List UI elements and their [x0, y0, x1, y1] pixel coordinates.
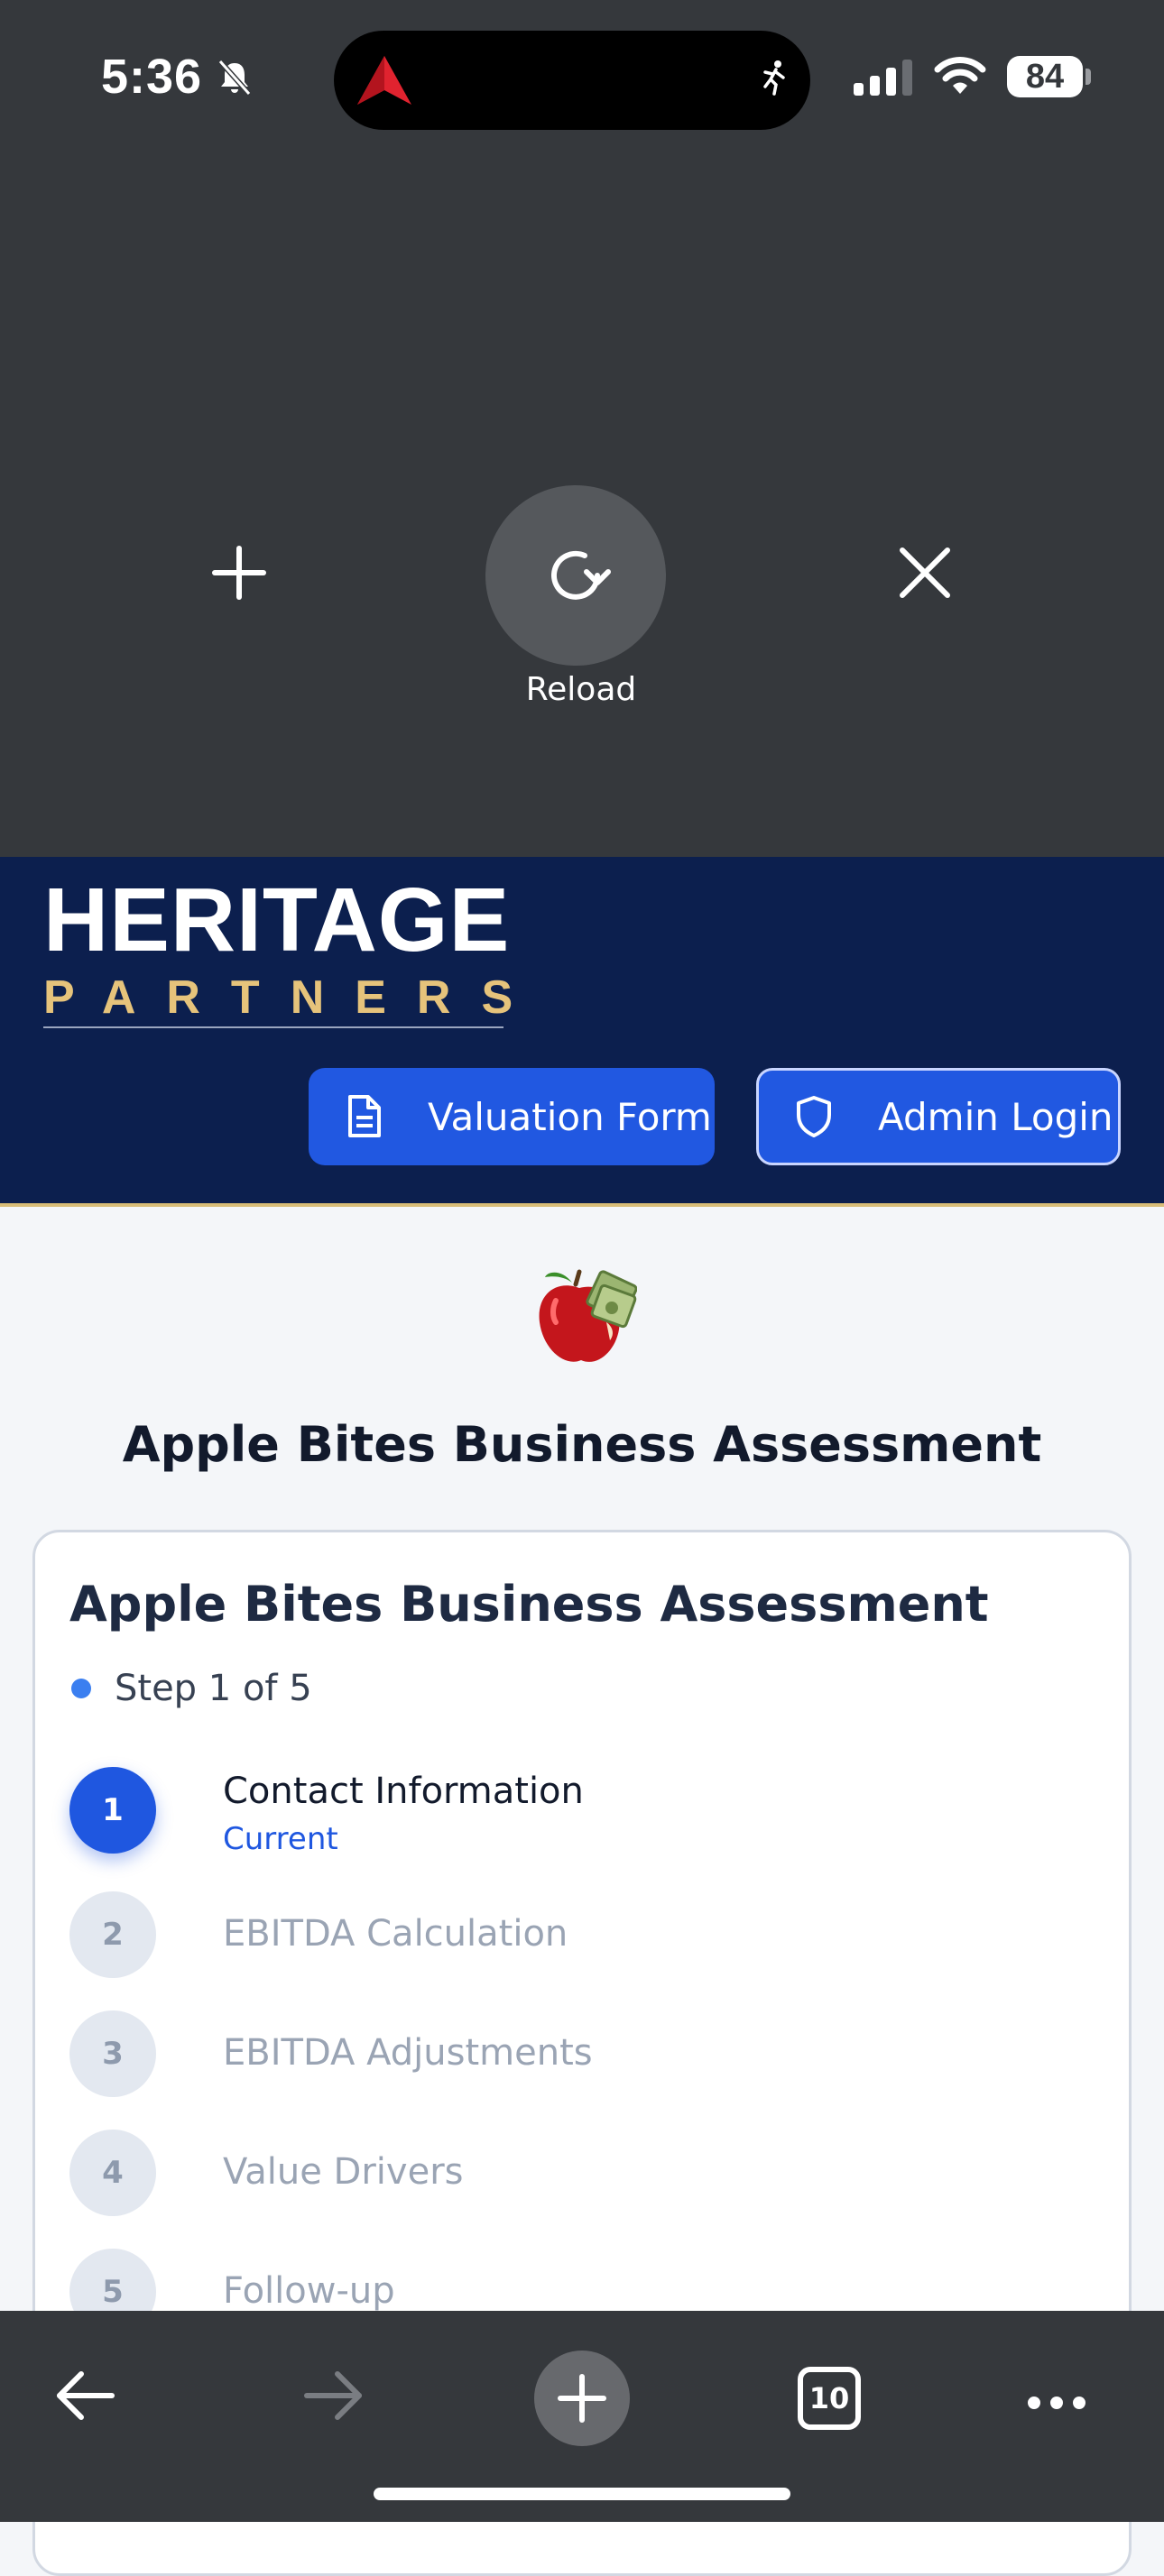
forward-arrow-icon[interactable]	[301, 2367, 366, 2429]
new-tab-plus-icon[interactable]	[208, 541, 271, 609]
card-title: Apple Bites Business Assessment	[69, 1576, 989, 1633]
step-label: EBITDA Calculation	[223, 1913, 568, 1955]
silent-bell-icon	[215, 58, 254, 102]
step-item-ebitda-calculation[interactable]: 2 EBITDA Calculation	[69, 1891, 1098, 1991]
step-label: Value Drivers	[223, 2151, 464, 2193]
step-number-circle: 2	[69, 1891, 156, 1978]
plus-icon	[558, 2374, 606, 2423]
admin-login-label: Admin Login	[878, 1094, 1113, 1139]
step-item-ebitda-adjustments[interactable]: 3 EBITDA Adjustments	[69, 2010, 1098, 2110]
app-logo-icon	[356, 54, 413, 111]
page-title: Apple Bites Business Assessment	[122, 1416, 1042, 1473]
shield-icon	[797, 1096, 831, 1137]
admin-login-button[interactable]: Admin Login	[756, 1068, 1121, 1165]
tab-switcher-button[interactable]: 10	[798, 2367, 861, 2430]
status-bar: 5:36 84	[0, 0, 1164, 144]
reload-label: Reload	[525, 671, 637, 708]
step-number-circle: 3	[69, 2010, 156, 2097]
step-item-value-drivers[interactable]: 4 Value Drivers	[69, 2130, 1098, 2229]
step-item-contact-information[interactable]: 1 Contact Information Current	[69, 1767, 1098, 1866]
step-status-current: Current	[223, 1821, 338, 1857]
reload-icon	[551, 550, 611, 600]
logo-line2: PARTNERS	[43, 971, 544, 1024]
more-menu-icon[interactable]	[1025, 2394, 1088, 2416]
heritage-partners-logo[interactable]: HERITAGE PARTNERS	[43, 875, 543, 1028]
valuation-form-label: Valuation Form	[428, 1094, 712, 1139]
logo-underline	[43, 1026, 503, 1028]
wifi-icon	[933, 54, 987, 100]
status-time: 5:36	[101, 50, 203, 104]
step-dot	[71, 1679, 91, 1698]
step-number-circle: 1	[69, 1767, 156, 1854]
step-number-circle: 4	[69, 2130, 156, 2216]
step-label: Follow-up	[223, 2270, 395, 2312]
new-tab-button[interactable]	[534, 2351, 630, 2446]
dynamic-island	[334, 31, 810, 130]
step-label: EBITDA Adjustments	[223, 2032, 593, 2074]
step-count-text: Step 1 of 5	[115, 1668, 312, 1709]
cellular-signal-icon	[854, 60, 915, 100]
valuation-form-button[interactable]: Valuation Form	[309, 1068, 715, 1165]
site-header: HERITAGE PARTNERS Valuation Form Admin L…	[0, 857, 1164, 1207]
close-tab-icon[interactable]	[895, 543, 955, 607]
apple-money-icon	[529, 1263, 638, 1375]
step-indicator: Step 1 of 5	[71, 1668, 312, 1709]
step-label: Contact Information	[223, 1771, 584, 1812]
pull-to-refresh-panel: Reload	[0, 144, 1164, 857]
battery-tip	[1085, 69, 1091, 85]
logo-line1: HERITAGE	[43, 869, 511, 971]
battery-level: 84	[1007, 56, 1083, 97]
back-arrow-icon[interactable]	[52, 2367, 117, 2429]
reload-button[interactable]	[485, 485, 666, 666]
home-indicator	[374, 2488, 790, 2500]
document-icon	[348, 1095, 381, 1137]
walking-icon	[758, 60, 790, 100]
